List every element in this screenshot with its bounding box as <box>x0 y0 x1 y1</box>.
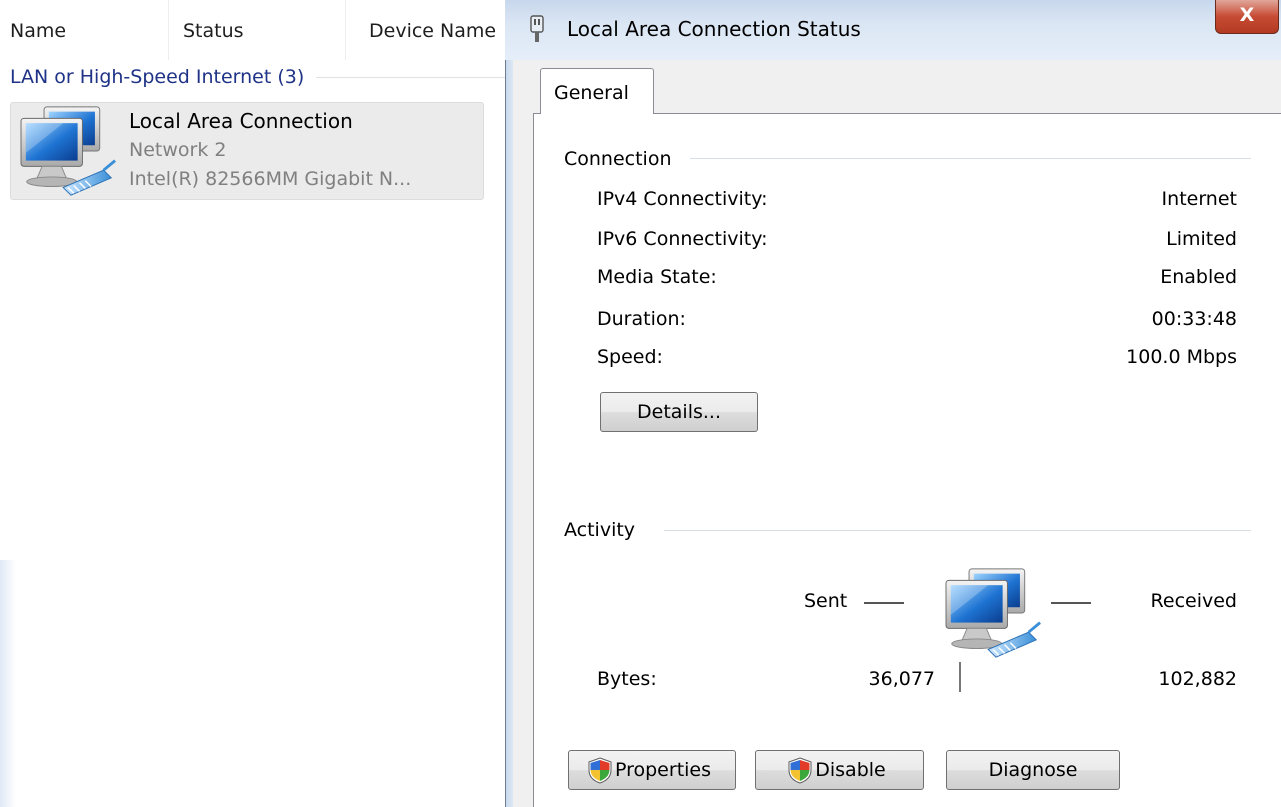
group-header-divider <box>316 76 505 78</box>
connection-device: Intel(R) 82566MM Gigabit N... <box>129 168 412 190</box>
details-button[interactable]: Details... <box>600 392 758 432</box>
general-tab-panel: Connection IPv4 Connectivity: Internet I… <box>533 113 1281 807</box>
ipv6-connectivity-value: Limited <box>1166 228 1237 250</box>
uac-shield-icon <box>788 757 812 784</box>
close-button[interactable]: X <box>1215 0 1279 34</box>
column-separator[interactable] <box>168 0 169 60</box>
speed-value: 100.0 Mbps <box>1126 346 1237 368</box>
network-plug-icon <box>530 15 544 42</box>
sent-dash <box>864 602 904 604</box>
duration-label: Duration: <box>597 308 686 330</box>
received-label: Received <box>1150 590 1237 612</box>
connection-item-local-area[interactable]: Local Area Connection Network 2 Intel(R)… <box>10 102 484 200</box>
connection-group-title: Connection <box>564 148 690 170</box>
network-activity-icon <box>944 567 1042 659</box>
dialog-title: Local Area Connection Status <box>567 17 861 41</box>
network-connections-pane: Name Status Device Name LAN or High-Spee… <box>0 0 520 807</box>
bytes-received-value: 102,882 <box>1158 668 1237 690</box>
received-dash <box>1051 602 1091 604</box>
properties-button[interactable]: Properties <box>568 750 736 790</box>
dialog-frame <box>505 60 513 807</box>
duration-value: 00:33:48 <box>1151 308 1237 330</box>
uac-shield-icon <box>588 757 612 784</box>
status-dialog: Local Area Connection Status X General C… <box>505 0 1281 807</box>
activity-group-line <box>664 530 1251 531</box>
group-header-lan[interactable]: LAN or High-Speed Internet (3) <box>10 62 505 92</box>
window-edge-glow <box>0 560 16 807</box>
column-header-name[interactable]: Name <box>10 20 66 42</box>
ipv4-connectivity-value: Internet <box>1161 188 1237 210</box>
media-state-label: Media State: <box>597 266 717 288</box>
column-headers: Name Status Device Name <box>0 0 520 60</box>
speed-label: Speed: <box>597 346 663 368</box>
properties-button-label: Properties <box>614 759 712 781</box>
column-header-device-name[interactable]: Device Name <box>369 20 496 42</box>
connection-group-line <box>684 158 1251 159</box>
media-state-value: Enabled <box>1160 266 1237 288</box>
connection-name: Local Area Connection <box>129 109 353 133</box>
network-computers-icon <box>19 105 117 197</box>
ipv4-connectivity-label: IPv4 Connectivity: <box>597 188 768 210</box>
dialog-titlebar[interactable]: Local Area Connection Status X <box>505 0 1281 60</box>
group-header-label: LAN or High-Speed Internet (3) <box>10 66 305 88</box>
connection-network: Network 2 <box>129 139 227 161</box>
tab-general[interactable]: General <box>540 68 654 114</box>
column-header-status[interactable]: Status <box>183 20 244 42</box>
column-separator[interactable] <box>345 0 346 60</box>
ipv6-connectivity-label: IPv6 Connectivity: <box>597 228 768 250</box>
activity-group-title: Activity <box>564 519 654 541</box>
bytes-separator <box>959 662 961 692</box>
dialog-body: General Connection IPv4 Connectivity: In… <box>513 60 1281 807</box>
disable-button[interactable]: Disable <box>755 750 924 790</box>
bytes-label: Bytes: <box>597 668 657 690</box>
bytes-sent-value: 36,077 <box>868 668 935 690</box>
tab-general-label: General <box>554 82 629 104</box>
disable-button-label: Disable <box>815 759 886 781</box>
sent-label: Sent <box>804 590 848 612</box>
diagnose-button[interactable]: Diagnose <box>946 750 1120 790</box>
